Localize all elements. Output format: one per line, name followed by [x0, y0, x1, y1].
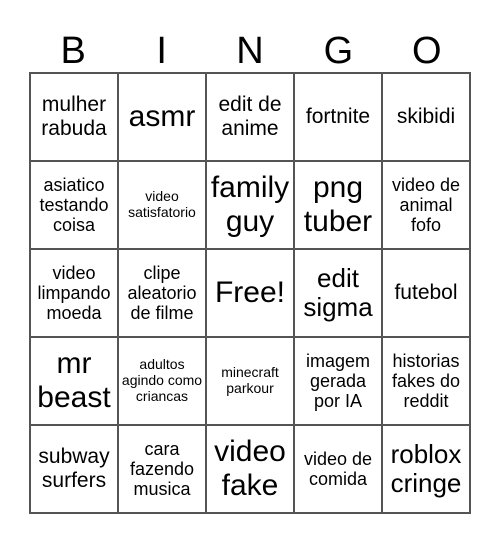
bingo-cell[interactable]: video de animal fofo: [382, 161, 470, 249]
bingo-cell[interactable]: adultos agindo como criancas: [118, 337, 206, 425]
bingo-cell[interactable]: family guy: [206, 161, 294, 249]
header-letter-o: O: [412, 30, 442, 72]
bingo-cell[interactable]: edit sigma: [294, 249, 382, 337]
bingo-cell[interactable]: video fake: [206, 425, 294, 513]
bingo-cell[interactable]: roblox cringe: [382, 425, 470, 513]
bingo-cell[interactable]: edit de anime: [206, 73, 294, 161]
bingo-cell[interactable]: clipe aleatorio de filme: [118, 249, 206, 337]
header-letter-n: N: [236, 30, 264, 72]
header-letter-g: G: [323, 30, 354, 72]
bingo-cell[interactable]: video satisfatorio: [118, 161, 206, 249]
bingo-cell[interactable]: mulher rabuda: [30, 73, 118, 161]
free-space-cell[interactable]: Free!: [206, 249, 294, 337]
bingo-cell[interactable]: asmr: [118, 73, 206, 161]
bingo-cell[interactable]: asiatico testando coisa: [30, 161, 118, 249]
bingo-cell[interactable]: video de comida: [294, 425, 382, 513]
bingo-cell[interactable]: minecraft parkour: [206, 337, 294, 425]
bingo-cell[interactable]: skibidi: [382, 73, 470, 161]
bingo-cell[interactable]: historias fakes do reddit: [382, 337, 470, 425]
bingo-cell[interactable]: video limpando moeda: [30, 249, 118, 337]
header-letter-i: I: [156, 30, 167, 72]
bingo-cell[interactable]: png tuber: [294, 161, 382, 249]
bingo-cell[interactable]: fortnite: [294, 73, 382, 161]
bingo-cell[interactable]: cara fazendo musica: [118, 425, 206, 513]
bingo-grid: mulher rabuda asmr edit de anime fortnit…: [29, 72, 471, 514]
header-letter-b: B: [60, 30, 86, 72]
bingo-cell[interactable]: mr beast: [30, 337, 118, 425]
bingo-cell[interactable]: futebol: [382, 249, 470, 337]
bingo-header: B I N G O: [29, 30, 471, 72]
bingo-cell[interactable]: subway surfers: [30, 425, 118, 513]
bingo-cell[interactable]: imagem gerada por IA: [294, 337, 382, 425]
